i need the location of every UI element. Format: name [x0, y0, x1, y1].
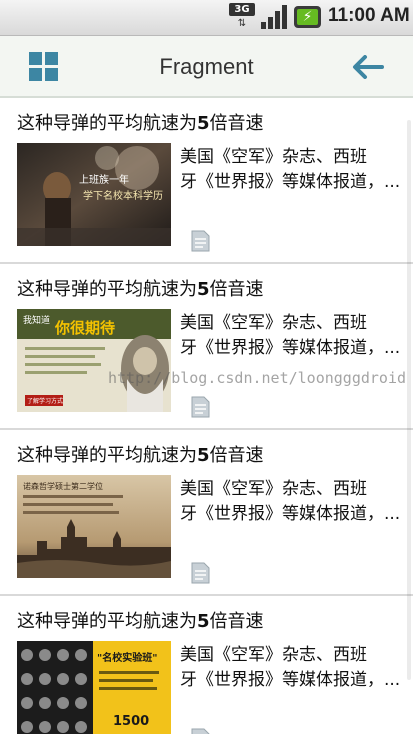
back-arrow-icon[interactable]: [352, 55, 384, 79]
svg-text:1500: 1500: [113, 714, 149, 729]
london-skyline-photo: 诺森哲学硕士第二学位: [17, 475, 171, 578]
document-icon: [191, 230, 210, 252]
signal-icon: [261, 5, 287, 29]
item-description: 美国《空军》杂志、西班 牙《世界报》等媒体报道，...: [180, 479, 401, 524]
teachers-portrait-grid: "名校实验班" 1500: [17, 641, 171, 734]
clock-time: 11:00 AM: [328, 5, 410, 26]
document-icon: [191, 562, 210, 584]
promo-darwin-poster: 我知道 你很期待 了解学习方式: [17, 309, 171, 412]
list-item[interactable]: 这种导弹的平均航速为5倍音速 上班族一年 学下名校本科学历 美国《空军》杂志、西…: [0, 98, 413, 264]
network-type-label: 3G: [229, 3, 255, 16]
svg-text:我知道: 我知道: [23, 314, 50, 326]
document-icon: [191, 396, 210, 418]
svg-text:学下名校本科学历: 学下名校本科学历: [83, 189, 163, 202]
watermark: http://blog.csdn.net/loongggdroid: [108, 369, 407, 387]
svg-text:你很期待: 你很期待: [54, 319, 115, 337]
news-list[interactable]: 这种导弹的平均航速为5倍音速 上班族一年 学下名校本科学历 美国《空军》杂志、西…: [0, 98, 413, 734]
item-title: 这种导弹的平均航速为5倍音速: [17, 445, 264, 466]
scrollbar[interactable]: [407, 120, 411, 680]
svg-text:了解学习方式: 了解学习方式: [27, 397, 63, 405]
action-bar: Fragment: [0, 36, 413, 98]
item-description: 美国《空军》杂志、西班 牙《世界报》等媒体报道，...: [180, 645, 401, 690]
list-item[interactable]: 这种导弹的平均航速为5倍音速 诺森哲学硕士第二学位 美国《空军》杂志、西班 牙《…: [0, 430, 413, 596]
street-crowd-photo: 上班族一年 学下名校本科学历: [17, 143, 171, 246]
list-item[interactable]: 这种导弹的平均航速为5倍音速 我知道 你很期待 了解学习方式 美国《空军》杂志、…: [0, 264, 413, 430]
item-title: 这种导弹的平均航速为5倍音速: [17, 611, 264, 632]
document-icon: [191, 728, 210, 734]
item-title: 这种导弹的平均航速为5倍音速: [17, 113, 264, 134]
item-description: 美国《空军》杂志、西班 牙《世界报》等媒体报道，...: [180, 147, 401, 192]
battery-charging-icon: ⚡: [294, 6, 321, 28]
list-item[interactable]: 这种导弹的平均航速为5倍音速 "名校实验班" 1500 美国《空军》杂志、西班 …: [0, 596, 413, 734]
network-3g-icon: 3G ⇅: [229, 3, 255, 31]
item-title: 这种导弹的平均航速为5倍音速: [17, 279, 264, 300]
svg-text:诺森哲学硕士第二学位: 诺森哲学硕士第二学位: [23, 481, 103, 491]
status-bar: 3G ⇅ ⚡ 11:00 AM: [0, 0, 413, 36]
svg-text:"名校实验班": "名校实验班": [97, 651, 157, 664]
item-description: 美国《空军》杂志、西班 牙《世界报》等媒体报道，...: [180, 313, 401, 358]
svg-text:上班族一年: 上班族一年: [79, 173, 129, 186]
